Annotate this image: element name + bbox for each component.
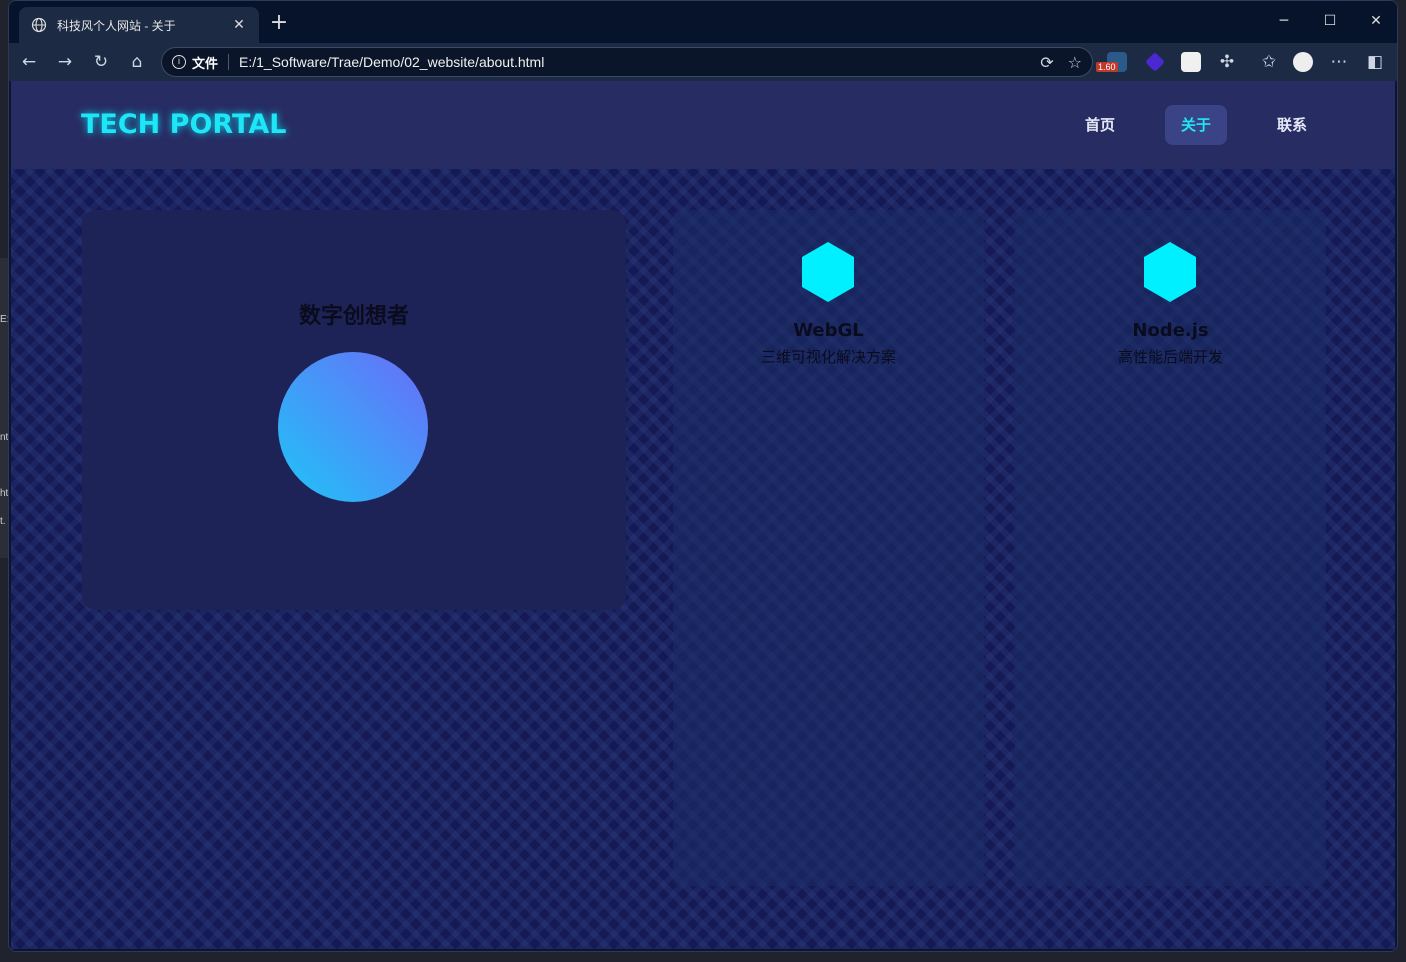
extension-diamond-icon[interactable] xyxy=(1145,52,1165,72)
browser-toolbar: ← → ↻ ⌂ i 文件 E:/1_Software/Trae/Demo/02_… xyxy=(9,43,1397,81)
home-icon[interactable]: ⌂ xyxy=(125,50,149,74)
web-page: TECH PORTAL 首页 关于 联系 数字创想者 WebGL 三维可视化解决… xyxy=(11,81,1395,949)
favorites-icon[interactable]: ✩ xyxy=(1257,50,1281,74)
site-header: TECH PORTAL 首页 关于 联系 xyxy=(11,81,1395,169)
url-text[interactable]: E:/1_Software/Trae/Demo/02_website/about… xyxy=(239,54,1026,70)
profile-avatar[interactable] xyxy=(1293,52,1313,72)
forward-arrow-icon[interactable]: → xyxy=(53,50,77,74)
tech-name: Node.js xyxy=(1132,320,1209,341)
tech-card-nodejs: Node.js 高性能后端开发 xyxy=(1015,210,1326,886)
sidebar-toggle-icon[interactable]: ◧ xyxy=(1363,50,1387,74)
extension-notes-icon[interactable] xyxy=(1181,52,1201,72)
title-bar: 科技风个人网站 - 关于 ✕ + ─ ☐ ✕ xyxy=(9,1,1397,43)
more-menu-icon[interactable]: ⋯ xyxy=(1327,50,1351,74)
tech-description: 高性能后端开发 xyxy=(1117,348,1223,366)
browser-window: 科技风个人网站 - 关于 ✕ + ─ ☐ ✕ ← → ↻ ⌂ i 文件 E:/1… xyxy=(8,0,1398,952)
hexagon-icon xyxy=(802,242,854,302)
close-window-icon[interactable]: ✕ xyxy=(1361,9,1391,33)
new-tab-button[interactable]: + xyxy=(267,11,291,35)
favorite-star-icon[interactable]: ☆ xyxy=(1068,53,1082,72)
url-divider xyxy=(228,54,230,70)
maximize-icon[interactable]: ☐ xyxy=(1315,9,1345,33)
tech-description: 三维可视化解决方案 xyxy=(760,348,896,366)
address-bar[interactable]: i 文件 E:/1_Software/Trae/Demo/02_website/… xyxy=(161,47,1093,77)
profile-card: 数字创想者 xyxy=(82,210,626,610)
nav-item-about[interactable]: 关于 xyxy=(1165,105,1228,145)
browser-tab[interactable]: 科技风个人网站 - 关于 ✕ xyxy=(19,7,259,43)
site-logo[interactable]: TECH PORTAL xyxy=(81,109,286,140)
profile-avatar-circle xyxy=(278,352,428,502)
tech-card-webgl: WebGL 三维可视化解决方案 xyxy=(673,210,984,886)
nav-item-home[interactable]: 首页 xyxy=(1069,105,1131,145)
tab-title: 科技风个人网站 - 关于 xyxy=(57,18,176,33)
profile-title: 数字创想者 xyxy=(298,304,409,329)
minimize-icon[interactable]: ─ xyxy=(1269,9,1299,33)
nav-item-contact[interactable]: 联系 xyxy=(1261,105,1323,145)
extension-badge: 1.60 xyxy=(1096,62,1118,72)
globe-icon xyxy=(31,17,47,33)
reload-icon[interactable]: ↻ xyxy=(89,50,113,74)
back-arrow-icon[interactable]: ← xyxy=(17,50,41,74)
url-scheme-label: 文件 xyxy=(192,55,219,71)
close-tab-icon[interactable]: ✕ xyxy=(231,17,247,33)
extensions-puzzle-icon[interactable]: ✣ xyxy=(1215,50,1239,74)
desktop-text-fragment: t. xyxy=(0,516,6,527)
hexagon-icon xyxy=(1144,242,1196,302)
app-available-icon[interactable]: ⟳ xyxy=(1040,53,1053,72)
info-icon[interactable]: i xyxy=(172,55,186,69)
tech-name: WebGL xyxy=(793,320,864,341)
